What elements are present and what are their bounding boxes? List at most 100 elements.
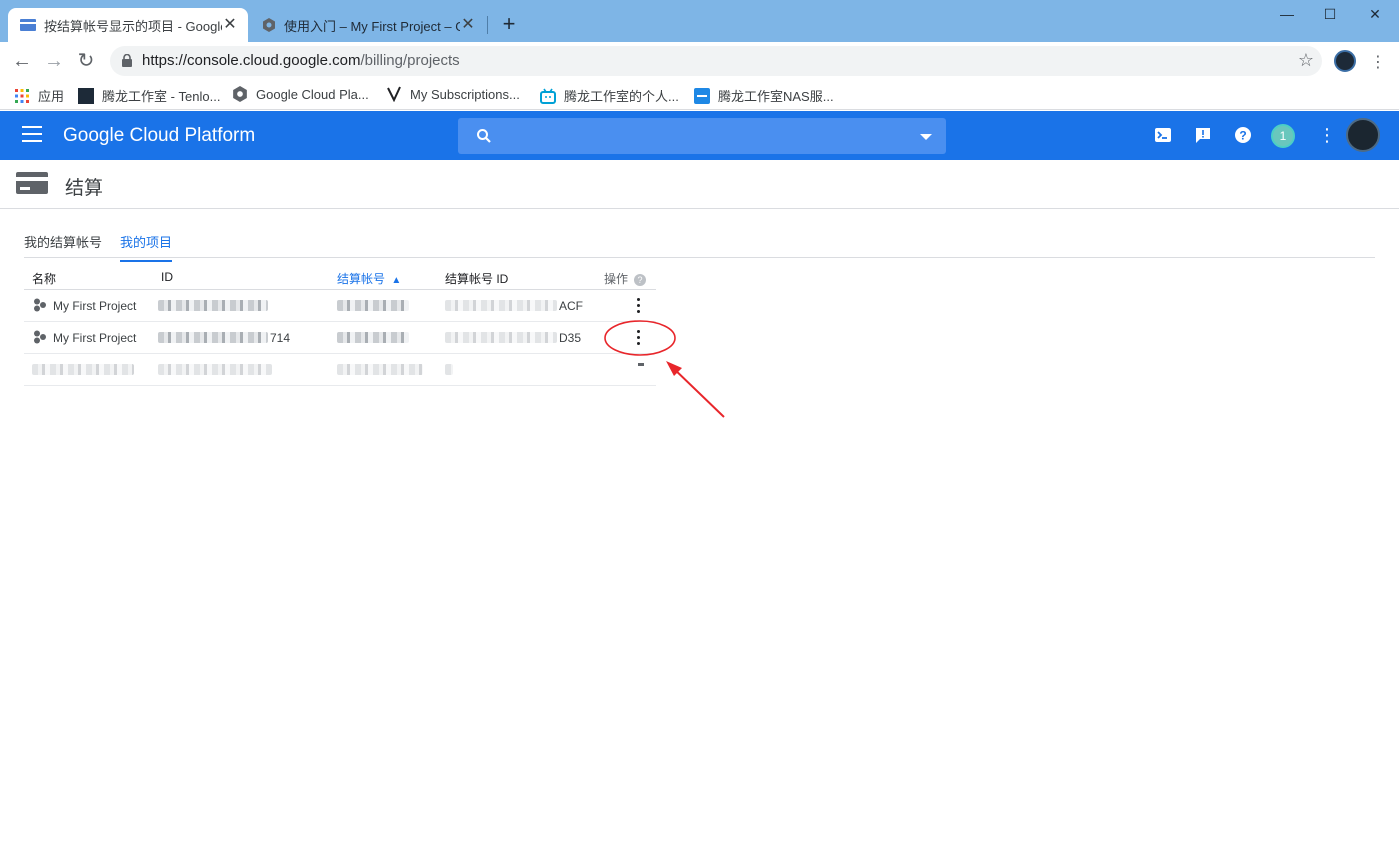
dsm-icon bbox=[694, 87, 710, 104]
project-id-suffix: 714 bbox=[270, 331, 291, 345]
menu-icon[interactable] bbox=[22, 126, 42, 142]
annotation-arrow bbox=[669, 364, 725, 418]
projects-table: 名称 ID 结算帐号 ▲ 结算帐号 ID 操作? My First Projec… bbox=[24, 263, 656, 386]
window-close-icon[interactable]: ✕ bbox=[1364, 6, 1386, 26]
browser-profile-avatar[interactable] bbox=[1334, 50, 1356, 72]
bookmark-apps[interactable]: 应用 bbox=[14, 86, 64, 105]
redacted-billing-account bbox=[337, 364, 423, 375]
billing-icon bbox=[16, 172, 48, 194]
chevron-down-icon[interactable] bbox=[920, 134, 932, 140]
project-name[interactable]: My First Project bbox=[53, 299, 136, 313]
minimize-icon[interactable]: — bbox=[1276, 6, 1298, 26]
tab-title: 使用入门 – My First Project – G bbox=[284, 18, 460, 34]
tab-title: 按结算帐号显示的项目 - Google bbox=[44, 18, 222, 34]
col-header-actions: 操作? bbox=[604, 270, 647, 287]
avatar[interactable] bbox=[1346, 118, 1380, 152]
bookmark-item[interactable]: 腾龙工作室NAS服... bbox=[694, 86, 834, 105]
tab-close-icon[interactable]: ✕ bbox=[222, 17, 238, 33]
bookmark-item[interactable]: Google Cloud Pla... bbox=[232, 86, 369, 102]
col-header-billing-account[interactable]: 结算帐号 ▲ bbox=[337, 270, 401, 287]
bookmark-label: 腾龙工作室的个人... bbox=[564, 89, 679, 104]
svg-text:?: ? bbox=[1239, 129, 1246, 143]
browser-toolbar: ← → ↻ https://console.cloud.google.com/b… bbox=[0, 42, 1399, 80]
annotation-arrowhead bbox=[666, 361, 682, 376]
url-text: https://console.cloud.google.com/billing… bbox=[142, 52, 460, 69]
redacted-billing-account bbox=[337, 332, 409, 343]
bilibili-icon bbox=[540, 88, 556, 104]
tab-close-icon[interactable]: ✕ bbox=[460, 17, 476, 33]
redacted-billing-account-id bbox=[445, 332, 557, 343]
row-actions-menu-icon[interactable] bbox=[635, 330, 641, 346]
forward-icon[interactable]: → bbox=[42, 50, 66, 74]
site-logo-icon bbox=[78, 87, 94, 104]
bookmark-label: 应用 bbox=[38, 89, 65, 104]
redacted-project-name bbox=[32, 364, 134, 375]
browser-menu-icon[interactable]: ⋮ bbox=[1370, 52, 1386, 72]
browser-tabstrip: 按结算帐号显示的项目 - Google ✕ 使用入门 – My First Pr… bbox=[0, 0, 1399, 42]
bookmark-label: 腾龙工作室 - Tenlo... bbox=[102, 89, 221, 104]
project-icon bbox=[34, 330, 46, 344]
new-tab-icon[interactable]: + bbox=[498, 13, 520, 36]
more-options-icon[interactable]: ⋮ bbox=[1318, 125, 1336, 146]
tab-my-projects[interactable]: 我的项目 bbox=[120, 232, 173, 262]
cloud-shell-icon[interactable] bbox=[1153, 125, 1173, 145]
project-name[interactable]: My First Project bbox=[53, 331, 136, 345]
page-title: 结算 bbox=[65, 178, 104, 199]
bookmark-item[interactable]: My Subscriptions... bbox=[386, 86, 520, 102]
gcp-hex-icon bbox=[233, 86, 247, 102]
lock-icon bbox=[122, 54, 132, 67]
feedback-icon[interactable] bbox=[1193, 125, 1213, 145]
reload-icon[interactable]: ↻ bbox=[74, 50, 98, 74]
credit-card-icon bbox=[20, 19, 36, 31]
bookmark-label: Google Cloud Pla... bbox=[256, 86, 369, 102]
tab-my-billing-accounts[interactable]: 我的结算帐号 bbox=[24, 232, 102, 260]
tab-divider bbox=[487, 16, 488, 34]
col-header-id[interactable]: ID bbox=[161, 270, 173, 284]
redacted-project-id bbox=[158, 364, 272, 375]
redacted-billing-account-id bbox=[445, 300, 557, 311]
bookmark-star-icon[interactable]: ☆ bbox=[1298, 50, 1314, 71]
apps-grid-icon bbox=[15, 88, 29, 103]
billing-account-id-suffix: D35 bbox=[559, 331, 582, 345]
col-header-billing-account-id[interactable]: 结算帐号 ID bbox=[445, 270, 508, 287]
help-icon[interactable]: ? bbox=[1233, 125, 1253, 145]
col-header-label: 操作 bbox=[604, 272, 629, 286]
back-icon[interactable]: ← bbox=[10, 50, 34, 74]
redacted-billing-account bbox=[337, 300, 409, 311]
redacted-billing-account-id bbox=[445, 364, 453, 375]
table-row bbox=[24, 354, 656, 386]
col-header-name[interactable]: 名称 bbox=[32, 270, 56, 287]
billing-tabs: 我的结算帐号 我的项目 bbox=[24, 220, 1375, 262]
table-header: 名称 ID 结算帐号 ▲ 结算帐号 ID 操作? bbox=[24, 263, 656, 290]
notifications-badge[interactable]: 1 bbox=[1271, 124, 1295, 148]
row-actions-menu-icon[interactable] bbox=[635, 298, 641, 314]
bookmark-label: 腾龙工作室NAS服... bbox=[718, 89, 834, 104]
url-host: https://console.cloud.google.com bbox=[142, 52, 361, 69]
product-title[interactable]: Google Cloud Platform bbox=[63, 125, 255, 147]
maximize-icon[interactable]: ☐ bbox=[1319, 6, 1341, 26]
billing-account-id-suffix: ACF bbox=[559, 299, 583, 313]
search-input[interactable] bbox=[458, 118, 946, 154]
col-header-label: 结算帐号 bbox=[337, 272, 386, 286]
bookmark-item[interactable]: 腾龙工作室 - Tenlo... bbox=[78, 86, 220, 105]
sort-ascending-icon: ▲ bbox=[391, 275, 402, 286]
browser-tab[interactable]: 使用入门 – My First Project – G ✕ bbox=[250, 8, 486, 42]
bookmark-label: My Subscriptions... bbox=[410, 86, 520, 102]
row-actions-menu-icon[interactable] bbox=[638, 363, 644, 366]
v-logo-icon bbox=[387, 86, 401, 102]
table-row: My First Project 714 D35 bbox=[24, 322, 656, 354]
gcp-hex-icon bbox=[263, 18, 275, 32]
redacted-project-id bbox=[158, 332, 268, 343]
help-icon[interactable]: ? bbox=[634, 274, 647, 286]
page-header: 结算 bbox=[0, 160, 1399, 209]
bookmark-item[interactable]: 腾龙工作室的个人... bbox=[540, 86, 679, 105]
project-icon bbox=[34, 298, 46, 312]
browser-tab-active[interactable]: 按结算帐号显示的项目 - Google ✕ bbox=[8, 8, 248, 42]
url-path: /billing/projects bbox=[360, 52, 460, 69]
bookmarks-bar: 应用 腾龙工作室 - Tenlo... Google Cloud Pla... … bbox=[0, 80, 1399, 110]
gcp-header: Google Cloud Platform ? 1 ⋮ bbox=[0, 111, 1399, 160]
table-row: My First Project ACF bbox=[24, 290, 656, 322]
address-bar[interactable]: https://console.cloud.google.com/billing… bbox=[110, 46, 1322, 76]
search-icon bbox=[477, 129, 491, 143]
redacted-project-id bbox=[158, 300, 268, 311]
